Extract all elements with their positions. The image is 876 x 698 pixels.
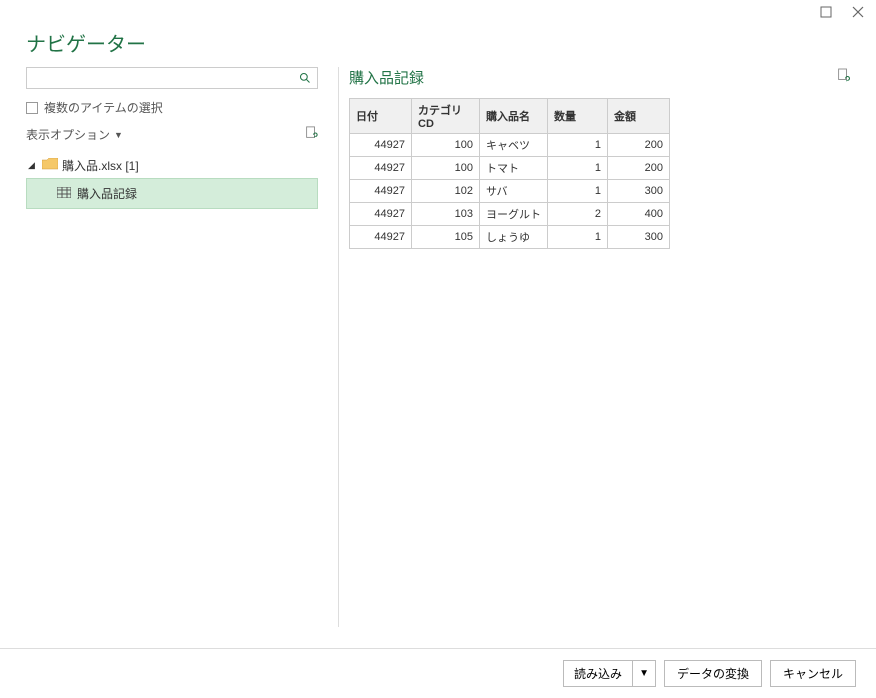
cell-category: 102: [412, 180, 480, 203]
table-header-row: 日付 カテゴリCD 購入品名 数量 金額: [350, 99, 670, 134]
table-row: 44927102サバ1300: [350, 180, 670, 203]
multiselect-checkbox[interactable]: 複数のアイテムの選択: [26, 99, 318, 116]
dialog-title: ナビゲーター: [26, 28, 850, 57]
tree-file-node[interactable]: ◢ 購入品.xlsx [1]: [26, 153, 318, 178]
cell-date: 44927: [350, 180, 412, 203]
cell-qty: 1: [548, 134, 608, 157]
checkbox-icon: [26, 102, 38, 114]
cell-date: 44927: [350, 157, 412, 180]
chevron-down-icon: ▼: [114, 130, 123, 140]
cell-category: 100: [412, 157, 480, 180]
cell-name: しょうゆ: [480, 226, 548, 249]
cell-qty: 1: [548, 180, 608, 203]
collapse-icon[interactable]: ◢: [28, 160, 38, 171]
cell-qty: 1: [548, 226, 608, 249]
search-input[interactable]: [27, 69, 293, 87]
maximize-icon[interactable]: [820, 6, 834, 20]
cell-date: 44927: [350, 203, 412, 226]
search-box[interactable]: [26, 67, 318, 89]
pane-divider: [338, 67, 339, 627]
search-icon[interactable]: [293, 72, 317, 84]
load-button[interactable]: 読み込み: [563, 660, 633, 687]
cell-name: サバ: [480, 180, 548, 203]
cell-date: 44927: [350, 226, 412, 249]
transform-button[interactable]: データの変換: [664, 660, 762, 687]
cancel-button[interactable]: キャンセル: [770, 660, 856, 687]
display-options-label: 表示オプション: [26, 126, 110, 143]
cell-qty: 2: [548, 203, 608, 226]
col-header-category: カテゴリCD: [412, 99, 480, 134]
cell-amount: 200: [608, 157, 670, 180]
cell-category: 100: [412, 134, 480, 157]
cell-category: 103: [412, 203, 480, 226]
multiselect-label: 複数のアイテムの選択: [44, 99, 163, 116]
cell-name: ヨーグルト: [480, 203, 548, 226]
col-header-date: 日付: [350, 99, 412, 134]
tree-table-node[interactable]: 購入品記録: [26, 178, 318, 209]
preview-table: 日付 カテゴリCD 購入品名 数量 金額 44927100キャベツ1200449…: [349, 98, 670, 249]
cell-amount: 300: [608, 180, 670, 203]
cell-name: キャベツ: [480, 134, 548, 157]
cell-amount: 300: [608, 226, 670, 249]
table-row: 44927105しょうゆ1300: [350, 226, 670, 249]
cell-amount: 200: [608, 134, 670, 157]
display-options-dropdown[interactable]: 表示オプション ▼: [26, 126, 123, 143]
col-header-name: 購入品名: [480, 99, 548, 134]
preview-title: 購入品記録: [349, 67, 424, 88]
load-dropdown-button[interactable]: ▼: [633, 660, 656, 687]
table-row: 44927100トマト1200: [350, 157, 670, 180]
cell-name: トマト: [480, 157, 548, 180]
col-header-amount: 金額: [608, 99, 670, 134]
cell-category: 105: [412, 226, 480, 249]
tree-file-label: 購入品.xlsx [1]: [62, 157, 139, 174]
folder-icon: [42, 158, 58, 173]
close-icon[interactable]: [852, 6, 866, 20]
cell-amount: 400: [608, 203, 670, 226]
refresh-icon[interactable]: [304, 126, 318, 143]
table-icon: [57, 187, 71, 201]
col-header-qty: 数量: [548, 99, 608, 134]
cell-date: 44927: [350, 134, 412, 157]
table-row: 44927100キャベツ1200: [350, 134, 670, 157]
preview-refresh-icon[interactable]: [836, 68, 850, 87]
load-button-group: 読み込み ▼: [563, 660, 656, 687]
tree-table-label: 購入品記録: [77, 185, 137, 202]
table-row: 44927103ヨーグルト2400: [350, 203, 670, 226]
cell-qty: 1: [548, 157, 608, 180]
